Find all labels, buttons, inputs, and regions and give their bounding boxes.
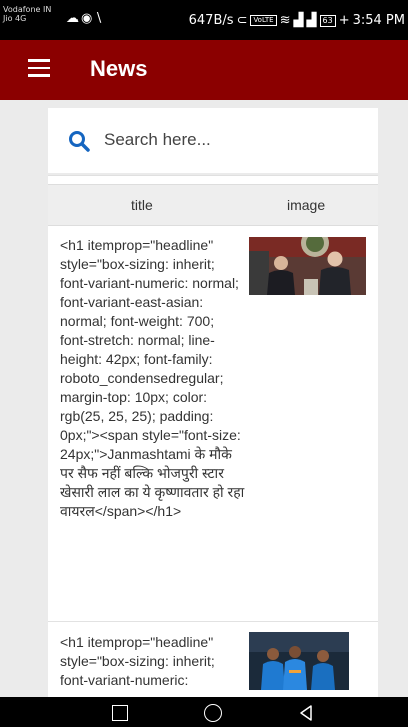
news-table: title image <h1 itemprop="headline" styl… [48,175,378,697]
status-bar: Vodafone IN Jio 4G ☁◉∖ 647B/s ⊂ VoLTE ≋ … [0,0,408,40]
network-name: Jio 4G [3,14,27,23]
hotspot-icon: ⊂ [236,13,248,28]
cloud-icon: ☁ [66,11,81,26]
system-nav-bar [0,697,408,727]
globe-icon: ◉ [81,11,95,26]
table-row[interactable]: <h1 itemprop="headline" style="box-sizin… [48,228,378,621]
status-right: 647B/s ⊂ VoLTE ≋ ▟ ▟ 63 + 3:54 PM [189,13,405,28]
cricket-players-photo [249,632,349,690]
signal-slash-icon: ∖ [94,11,105,26]
home-circle-icon[interactable] [204,704,222,722]
search-icon[interactable] [68,130,90,152]
page-title: News [90,56,148,81]
carrier-name: Vodafone IN [3,5,52,14]
network-speed: 647B/s [188,13,234,28]
app-bar: News [0,40,408,100]
row-title-cell: <h1 itemprop="headline" style="box-sizin… [60,237,245,519]
clock: 3:54 PM [352,13,405,28]
battery-indicator: 63 [319,14,336,27]
hamburger-menu-icon[interactable] [28,59,50,79]
column-header-title: title [131,197,153,213]
back-triangle-icon[interactable] [296,703,316,723]
notification-icons: ☁◉∖ [66,11,105,26]
search-card [48,108,378,173]
row-image-cell[interactable] [249,237,366,295]
signal-icon-1: ▟ [293,13,304,28]
row-title-cell: <h1 itemprop="headline" style="box-sizin… [60,634,215,688]
volte-icon: VoLTE [250,15,277,26]
wifi-icon: ≋ [279,13,291,28]
search-input[interactable] [104,126,364,154]
recent-apps-square-icon[interactable] [112,705,128,721]
two-men-at-podium-photo [249,237,366,295]
table-header: title image [48,184,378,226]
row-image-cell[interactable] [249,632,349,690]
charging-icon: + [338,13,350,28]
column-header-image: image [287,197,326,213]
signal-icon-2: ▟ [306,13,317,28]
table-row[interactable]: <h1 itemprop="headline" style="box-sizin… [48,622,378,697]
carrier-info: Vodafone IN Jio 4G [3,5,51,23]
